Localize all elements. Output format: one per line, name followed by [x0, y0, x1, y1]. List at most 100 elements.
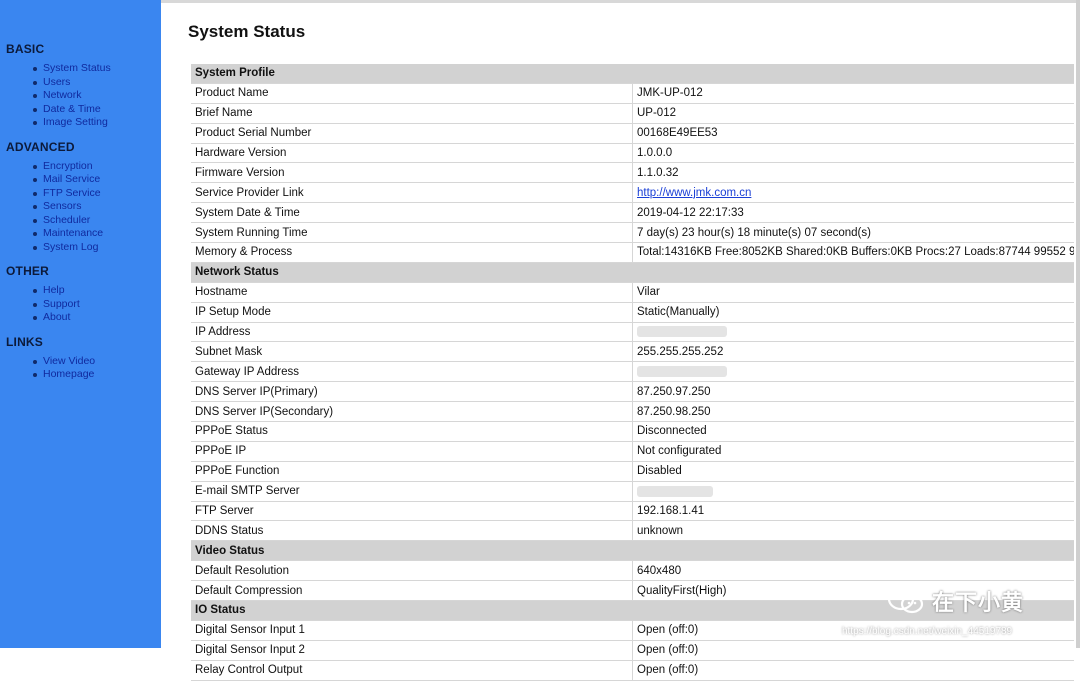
redacted-value [637, 485, 713, 497]
sidebar-item-date-time: Date & Time [0, 103, 161, 117]
bullet-icon [33, 289, 37, 293]
field-value: 1.1.0.32 [632, 162, 1074, 184]
field-value: 255.255.255.252 [632, 341, 1074, 363]
sidebar-link-system-status[interactable]: System Status [43, 62, 111, 74]
sidebar-link-maintenance[interactable]: Maintenance [43, 227, 103, 239]
field-label: DDNS Status [191, 520, 633, 542]
section-header-system-profile: System Profile [191, 64, 1074, 84]
redacted-value [637, 366, 727, 378]
section-header-row: System Profile [191, 64, 1074, 84]
sidebar-link-encryption[interactable]: Encryption [43, 160, 93, 172]
field-label: FTP Server [191, 501, 633, 522]
sidebar-link-image-setting[interactable]: Image Setting [43, 116, 108, 128]
sidebar-link-support[interactable]: Support [43, 298, 80, 310]
sidebar-link-network[interactable]: Network [43, 89, 82, 101]
section-header-row: Video Status [191, 540, 1074, 562]
table-row: DNS Server IP(Primary) 87.250.97.250 [191, 381, 1074, 403]
field-label: DNS Server IP(Secondary) [191, 401, 633, 423]
field-label: Brief Name [191, 103, 633, 124]
field-value: http://www.jmk.com.cn [632, 182, 1074, 204]
sidebar-link-view-video[interactable]: View Video [43, 355, 95, 367]
sidebar-section-advanced: ADVANCED [6, 139, 75, 154]
sidebar-item-users: Users [0, 76, 161, 90]
sidebar-link-system-log[interactable]: System Log [43, 241, 98, 253]
redacted-value [637, 326, 727, 338]
field-label: Default Resolution [191, 560, 633, 582]
table-row: Subnet Mask 255.255.255.252 [191, 341, 1074, 363]
watermark-url: https://blog.csdn.net/weixin_44519789 [842, 626, 1013, 637]
table-row: Memory & Process Total:14316KB Free:8052K… [191, 242, 1074, 263]
table-row: Hostname Vilar [191, 282, 1074, 303]
table-row: PPPoE Status Disconnected [191, 421, 1074, 442]
table-row: Firmware Version 1.1.0.32 [191, 162, 1074, 184]
service-provider-link[interactable]: http://www.jmk.com.cn [637, 187, 751, 199]
field-value: unknown [632, 520, 1074, 542]
table-row: System Date & Time 2019-04-12 22:17:33 [191, 202, 1074, 224]
field-value: 87.250.98.250 [632, 401, 1074, 423]
sidebar-item-homepage: Homepage [0, 368, 161, 382]
field-value: 2019-04-12 22:17:33 [632, 202, 1074, 224]
sidebar-item-mail-service: Mail Service [0, 173, 161, 187]
field-value: Not configurated [632, 441, 1074, 462]
bullet-icon [33, 232, 37, 236]
section-header-network-status: Network Status [191, 262, 1074, 283]
sidebar-link-mail-service[interactable]: Mail Service [43, 173, 100, 185]
sidebar-list-links: View Video Homepage [0, 355, 161, 382]
sidebar-link-sensors[interactable]: Sensors [43, 200, 82, 212]
field-label: PPPoE Status [191, 421, 633, 442]
field-label: Product Serial Number [191, 123, 633, 144]
field-label: Digital Sensor Input 2 [191, 640, 633, 661]
section-header-video-status: Video Status [191, 540, 1074, 562]
table-row: Brief Name UP-012 [191, 103, 1074, 124]
sidebar-link-help[interactable]: Help [43, 284, 65, 296]
field-value: 192.168.1.41 [632, 501, 1074, 522]
table-row: PPPoE Function Disabled [191, 461, 1074, 482]
sidebar: BASIC System Status Users Network Date & Tim… [0, 0, 161, 648]
sidebar-item-scheduler: Scheduler [0, 214, 161, 228]
field-value [632, 361, 1074, 383]
right-divider [1076, 0, 1080, 648]
table-row: IP Address [191, 322, 1074, 343]
field-label: E-mail SMTP Server [191, 481, 633, 502]
field-value: Vilar [632, 282, 1074, 303]
table-row: DDNS Status unknown [191, 520, 1074, 542]
table-row: Default Resolution 640x480 [191, 560, 1074, 582]
field-value: Disconnected [632, 421, 1074, 442]
sidebar-link-scheduler[interactable]: Scheduler [43, 214, 90, 226]
sidebar-link-about[interactable]: About [43, 311, 70, 323]
field-value [632, 481, 1074, 502]
field-label: Relay Control Output [191, 660, 633, 681]
sidebar-link-ftp-service[interactable]: FTP Service [43, 187, 101, 199]
field-value: 1.0.0.0 [632, 143, 1074, 164]
sidebar-item-help: Help [0, 284, 161, 298]
sidebar-link-users[interactable]: Users [43, 76, 70, 88]
table-row: Gateway IP Address [191, 361, 1074, 383]
bullet-icon [33, 121, 37, 125]
sidebar-list-advanced: Encryption Mail Service FTP Service Sensors… [0, 160, 161, 255]
field-value: Open (off:0) [632, 660, 1074, 681]
section-header-row: Network Status [191, 262, 1074, 283]
field-label: System Date & Time [191, 202, 633, 224]
sidebar-section-basic: BASIC [6, 42, 45, 56]
field-label: Default Compression [191, 580, 633, 602]
bullet-icon [33, 218, 37, 223]
table-row: Digital Sensor Input 2 Open (off:0) [191, 640, 1074, 661]
field-label: Product Name [191, 83, 633, 104]
sidebar-item-support: Support [0, 298, 161, 312]
table-row: E-mail SMTP Server [191, 481, 1074, 502]
sidebar-item-sensors: Sensors [0, 200, 161, 214]
field-label: Gateway IP Address [191, 361, 633, 383]
field-label: Subnet Mask [191, 341, 633, 363]
table-row: Product Name JMK-UP-012 [191, 83, 1074, 104]
field-value [632, 322, 1074, 343]
sidebar-section-other: OTHER [6, 264, 49, 278]
page-title: System Status [188, 22, 306, 41]
field-value: UP-012 [632, 103, 1074, 124]
sidebar-item-image-setting: Image Setting [0, 116, 161, 130]
sidebar-list-other: Help Support About [0, 284, 161, 325]
table-row: PPPoE IP Not configurated [191, 441, 1074, 462]
table-row: Relay Control Output Open (off:0) [191, 660, 1074, 681]
wechat-icon [887, 587, 924, 614]
sidebar-link-homepage[interactable]: Homepage [43, 368, 94, 380]
sidebar-link-date-time[interactable]: Date & Time [43, 103, 101, 115]
